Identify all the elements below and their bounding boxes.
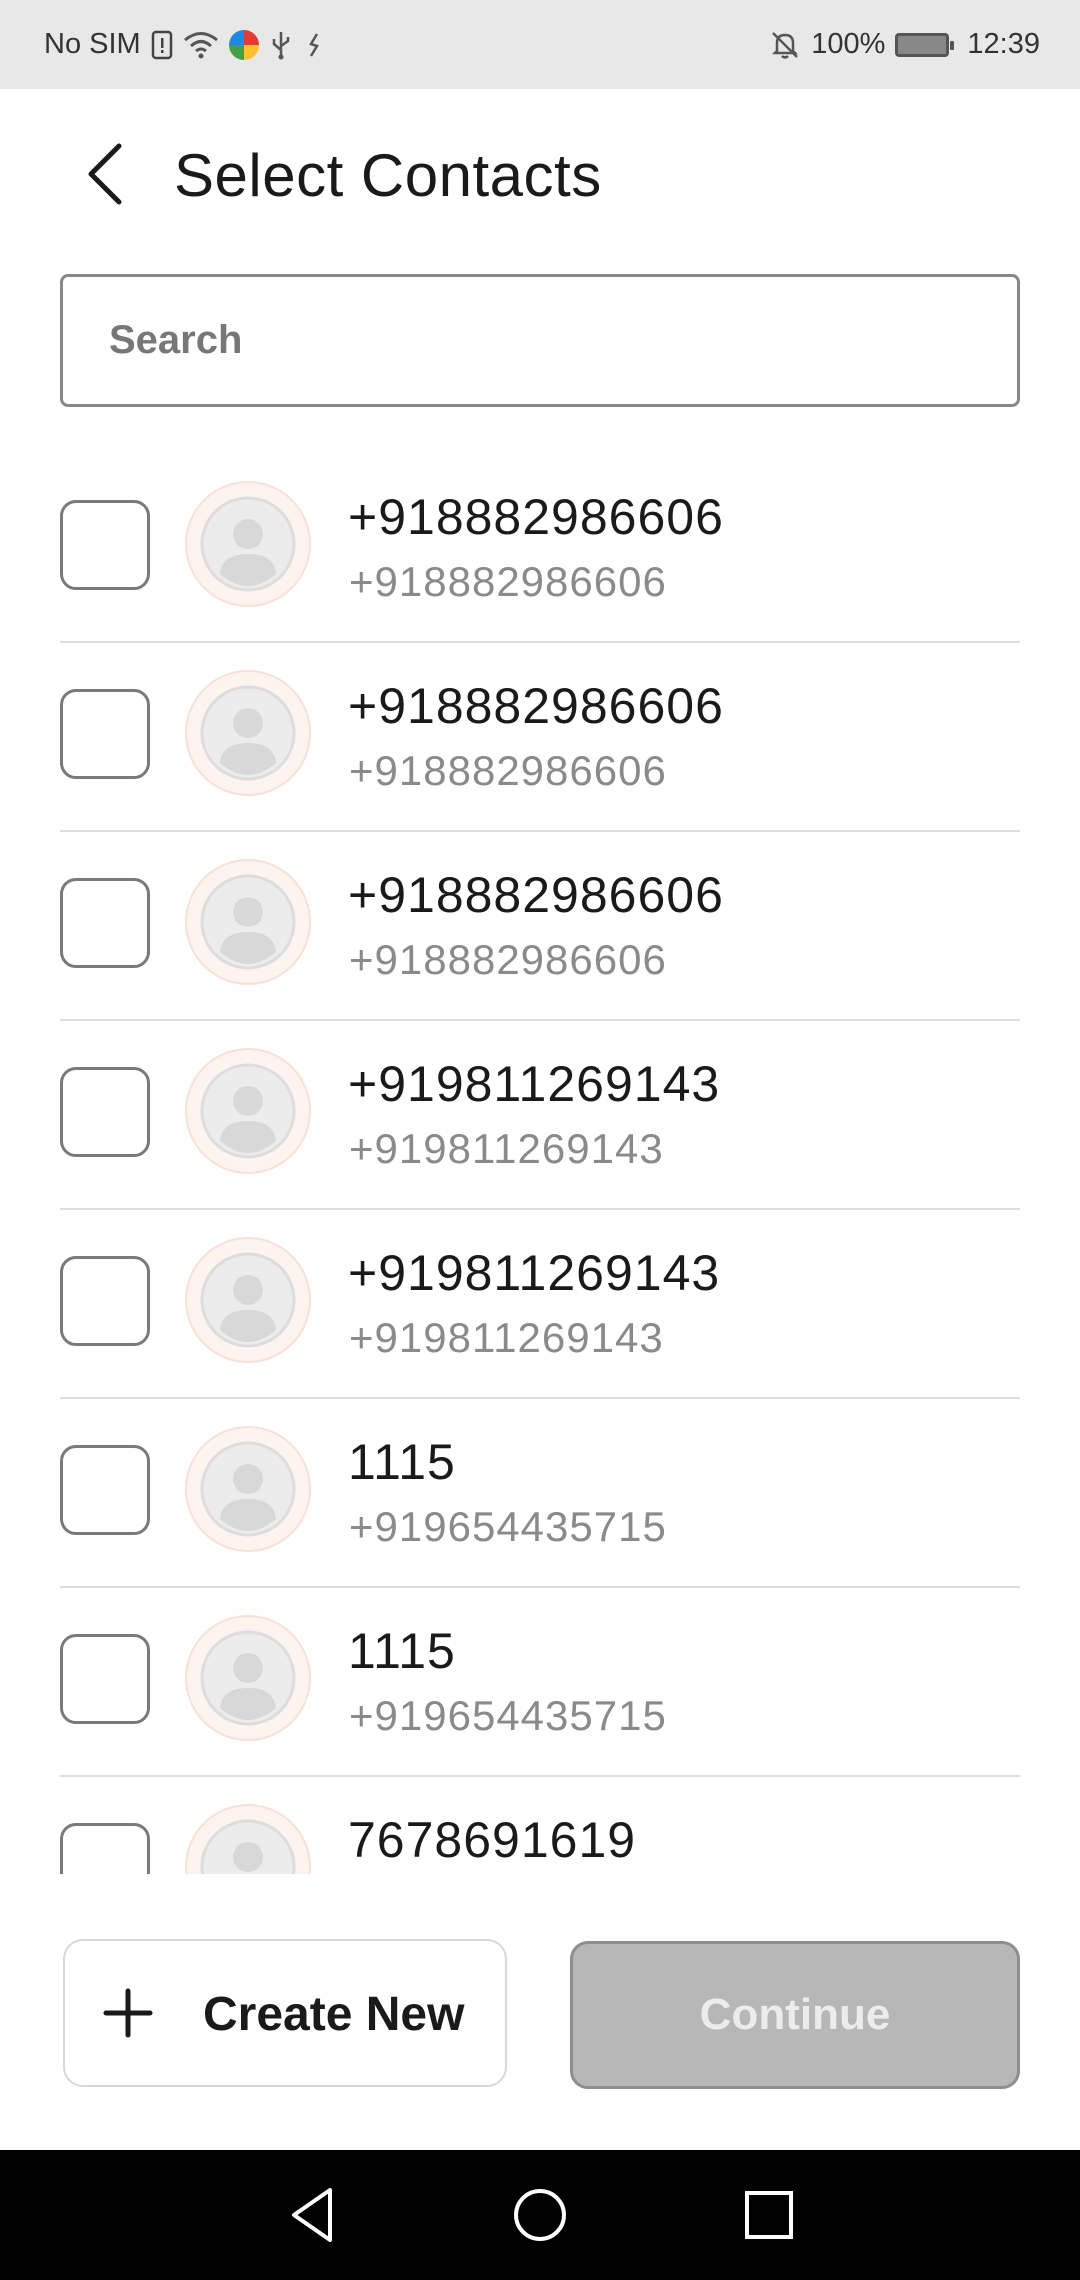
- status-bar-right: 100% 12:39: [769, 28, 1040, 61]
- avatar: [185, 1237, 311, 1363]
- contact-checkbox[interactable]: [60, 1445, 150, 1535]
- bottom-action-bar: Create New Continue: [0, 1874, 1080, 2150]
- contact-checkbox[interactable]: [60, 1823, 150, 1874]
- avatar: [185, 1426, 311, 1552]
- contact-row-3[interactable]: +919811269143 +919811269143: [60, 1021, 1020, 1210]
- usb-icon: [269, 30, 293, 60]
- person-placeholder-icon: [200, 1252, 296, 1348]
- contact-number: +919654435715: [349, 1692, 667, 1739]
- nav-back-icon[interactable]: [280, 2182, 346, 2248]
- contact-name: +918882986606: [348, 489, 724, 545]
- contact-row-1[interactable]: +918882986606 +918882986606: [60, 643, 1020, 832]
- nav-recents-icon[interactable]: [736, 2182, 802, 2248]
- carrier-label: No SIM: [44, 28, 141, 60]
- avatar: [185, 1615, 311, 1741]
- sim-alert-icon: [151, 30, 173, 60]
- avatar: [185, 670, 311, 796]
- person-placeholder-icon: [200, 874, 296, 970]
- person-placeholder-icon: [200, 1630, 296, 1726]
- system-nav-bar: [0, 2150, 1080, 2280]
- contact-row-6[interactable]: 1115 +919654435715: [60, 1588, 1020, 1777]
- contact-number: +919811269143: [349, 1314, 664, 1361]
- person-placeholder-icon: [200, 1441, 296, 1537]
- contact-checkbox[interactable]: [60, 878, 150, 968]
- mute-bell-icon: [769, 29, 801, 61]
- contact-name: 7678691619: [348, 1812, 637, 1868]
- contact-name: 1115: [348, 1623, 456, 1679]
- contact-row-4[interactable]: +919811269143 +919811269143: [60, 1210, 1020, 1399]
- clock: 12:39: [967, 28, 1040, 60]
- contact-row-5[interactable]: 1115 +919654435715: [60, 1399, 1020, 1588]
- app-color-icon: [228, 29, 259, 60]
- create-new-label: Create New: [203, 1988, 465, 2041]
- wifi-icon: [183, 30, 219, 60]
- contact-name: +919811269143: [348, 1056, 721, 1112]
- contact-name: +918882986606: [348, 867, 724, 923]
- create-new-button[interactable]: Create New: [63, 1939, 507, 2087]
- contact-number: +918882986606: [349, 936, 667, 983]
- person-placeholder-icon: [200, 496, 296, 592]
- status-bar-left: No SIM: [44, 28, 325, 61]
- person-placeholder-icon: [200, 685, 296, 781]
- contact-checkbox[interactable]: [60, 689, 150, 779]
- contact-row-0[interactable]: +918882986606 +918882986606: [60, 454, 1020, 643]
- contact-checkbox[interactable]: [60, 1256, 150, 1346]
- data-transfer-icon: [303, 30, 325, 60]
- contact-name: 1115: [348, 1434, 456, 1490]
- contact-list[interactable]: +918882986606 +918882986606 +91888298660…: [0, 454, 1080, 1874]
- search-input[interactable]: [109, 318, 1017, 363]
- contact-row-2[interactable]: +918882986606 +918882986606: [60, 832, 1020, 1021]
- contact-name: +918882986606: [348, 678, 724, 734]
- page-title: Select Contacts: [174, 142, 602, 209]
- continue-label: Continue: [699, 1990, 891, 2039]
- contact-checkbox[interactable]: [60, 1067, 150, 1157]
- nav-home-icon[interactable]: [507, 2182, 573, 2248]
- contact-checkbox[interactable]: [60, 500, 150, 590]
- contact-name: +919811269143: [348, 1245, 721, 1301]
- status-bar: No SIM 100% 12:39: [0, 0, 1080, 89]
- plus-icon: [103, 1988, 153, 2038]
- search-box[interactable]: [60, 274, 1020, 407]
- contact-number: +918882986606: [349, 747, 667, 794]
- avatar: [185, 1048, 311, 1174]
- contact-number: +919654435715: [349, 1503, 667, 1550]
- avatar: [185, 481, 311, 607]
- avatar: [185, 1804, 311, 1874]
- contact-checkbox[interactable]: [60, 1634, 150, 1724]
- continue-button[interactable]: Continue: [570, 1941, 1020, 2089]
- chevron-left-icon: [88, 143, 122, 205]
- avatar: [185, 859, 311, 985]
- person-placeholder-icon: [200, 1819, 296, 1874]
- contact-number: +918882986606: [349, 558, 667, 605]
- battery-charging-icon: [895, 32, 955, 57]
- app-header: Select Contacts: [0, 89, 1080, 259]
- back-button[interactable]: [70, 139, 140, 209]
- contact-number: +919811269143: [349, 1125, 664, 1172]
- battery-percent: 100%: [811, 28, 886, 60]
- contact-row-7[interactable]: 7678691619: [60, 1777, 1020, 1874]
- person-placeholder-icon: [200, 1063, 296, 1159]
